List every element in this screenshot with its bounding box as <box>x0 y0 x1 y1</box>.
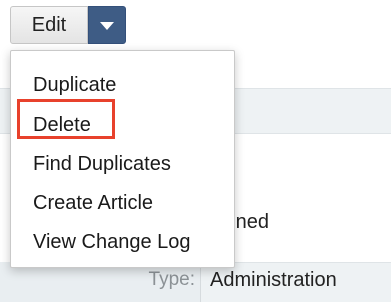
type-field-value: Administration <box>210 269 337 291</box>
menu-item-find-duplicates[interactable]: Find Duplicates <box>33 153 171 176</box>
menu-item-duplicate[interactable]: Duplicate <box>33 74 116 97</box>
chevron-down-icon <box>100 22 114 30</box>
actions-dropdown-menu: Duplicate Delete Find Duplicates Create … <box>10 50 235 268</box>
column-divider <box>200 262 201 302</box>
type-field-label: Type: <box>148 269 195 290</box>
record-view: signed Type: Administration Edit Duplica… <box>0 0 391 302</box>
menu-item-view-change-log[interactable]: View Change Log <box>33 231 191 254</box>
edit-dropdown-toggle[interactable] <box>88 6 126 44</box>
edit-button[interactable]: Edit <box>10 6 88 44</box>
edit-split-button: Edit <box>10 6 126 44</box>
menu-item-create-article[interactable]: Create Article <box>33 192 153 215</box>
menu-item-delete[interactable]: Delete <box>33 114 91 137</box>
